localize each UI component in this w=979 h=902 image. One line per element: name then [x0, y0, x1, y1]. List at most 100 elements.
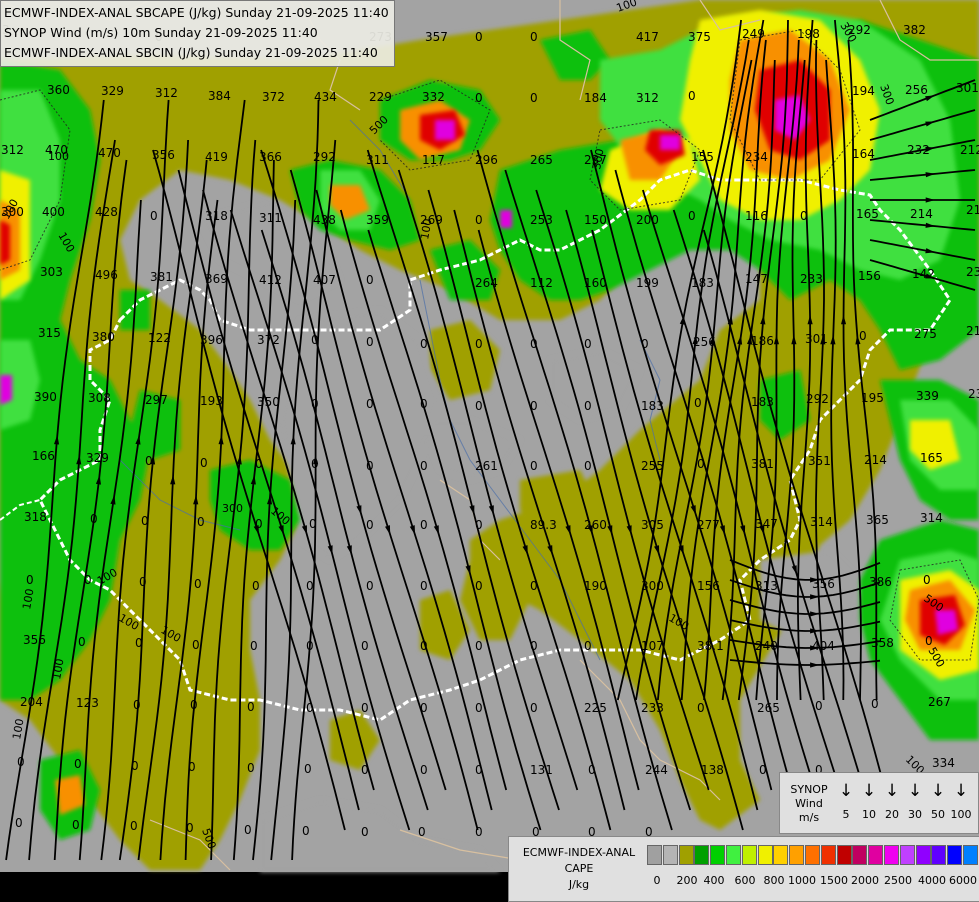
cin-value: 0	[530, 639, 538, 653]
cape-legend-swatch	[947, 845, 962, 865]
wind-barb-icon: ↓	[834, 781, 858, 801]
cin-value: 232	[907, 143, 930, 157]
cin-value: 382	[903, 23, 926, 37]
cin-value: 0	[255, 457, 263, 471]
synop-speed-label: 20	[880, 807, 904, 823]
contour-label: 100	[48, 150, 69, 163]
cin-value: 0	[475, 337, 483, 351]
cin-value: 0	[584, 459, 592, 473]
cin-value: 0	[420, 639, 428, 653]
cin-value: 165	[920, 451, 943, 465]
cin-value: 390	[34, 390, 57, 404]
cin-value: 265	[757, 701, 780, 715]
cin-value: 386	[869, 575, 892, 589]
synop-legend-item: ↓100	[949, 781, 973, 823]
cin-value: 0	[361, 639, 369, 653]
wind-barb-icon: ↓	[857, 781, 881, 801]
title-line-sbcape: ECMWF-INDEX-ANAL SBCAPE (J/kg) Sunday 21…	[4, 3, 389, 23]
cin-value: 356	[812, 577, 835, 591]
cape-color-legend: ECMWF-INDEX-ANAL CAPE J/kg 0200400600800…	[508, 836, 979, 902]
cin-value: 198	[797, 27, 820, 41]
cin-value: 0	[420, 518, 428, 532]
cin-value: 0	[694, 396, 702, 410]
cin-value: 225	[584, 701, 607, 715]
cin-value: 0	[588, 763, 596, 777]
cin-value: 0	[815, 699, 823, 713]
cin-value: 0	[311, 333, 319, 347]
synop-legend-title-line: m/s	[784, 811, 834, 825]
cape-legend-swatch	[837, 845, 852, 865]
cin-value: 312	[155, 86, 178, 100]
cin-value: 0	[530, 337, 538, 351]
cin-value: 194	[852, 84, 875, 98]
cape-legend-ticks: 0200400600800100015002000250040006000	[645, 873, 979, 889]
cin-value: 186	[751, 334, 774, 348]
cin-value: 142	[912, 267, 935, 281]
cape-legend-swatch	[789, 845, 804, 865]
cin-value: 0	[871, 697, 879, 711]
cin-value: 183	[641, 399, 664, 413]
cin-value: 0	[530, 579, 538, 593]
cin-value: 234	[745, 150, 768, 164]
cin-value: 0	[306, 579, 314, 593]
cin-value: 267	[928, 695, 951, 709]
cin-value: 0	[420, 763, 428, 777]
cin-value: 0	[247, 700, 255, 714]
cin-value: 311	[259, 211, 282, 225]
cin-value: 0	[309, 517, 317, 531]
cin-value: 347	[755, 517, 778, 531]
cin-value: 200	[636, 213, 659, 227]
cin-value: 237	[966, 265, 979, 279]
cin-value: 351	[808, 454, 831, 468]
cin-value: 0	[78, 635, 86, 649]
cin-value: 438	[313, 213, 336, 227]
cin-value: 0	[361, 701, 369, 715]
cin-value: 0	[130, 819, 138, 833]
cin-value: 312	[636, 91, 659, 105]
cin-value: 156	[858, 269, 881, 283]
cin-value: 312	[1, 143, 24, 157]
cin-value: 417	[636, 30, 659, 44]
cin-value: 0	[145, 454, 153, 468]
cin-value: 0	[139, 575, 147, 589]
cin-value: 314	[810, 515, 833, 529]
cin-value: 381	[751, 457, 774, 471]
cape-legend-swatch	[805, 845, 820, 865]
cin-value: 0	[141, 514, 149, 528]
cin-value: 297	[145, 393, 168, 407]
cin-value: 0	[306, 639, 314, 653]
cin-value: 0	[641, 337, 649, 351]
cin-value: 0	[361, 825, 369, 839]
cin-value: 229	[369, 90, 392, 104]
cin-value: 0	[530, 91, 538, 105]
cin-value: 0	[190, 698, 198, 712]
cin-value: 214	[864, 453, 887, 467]
cin-value: 0	[859, 329, 867, 343]
cin-value: 0	[584, 337, 592, 351]
cape-legend-swatch	[726, 845, 741, 865]
cape-legend-title-line: ECMWF-INDEX-ANAL	[513, 845, 645, 861]
cin-value: 375	[688, 30, 711, 44]
cin-value: 0	[17, 755, 25, 769]
cin-value: 308	[88, 391, 111, 405]
cin-value: 360	[47, 83, 70, 97]
cin-value: 0	[252, 579, 260, 593]
cin-value: 0	[530, 30, 538, 44]
cin-value: 356	[152, 148, 175, 162]
cin-value: 0	[133, 698, 141, 712]
cin-value: 0	[530, 459, 538, 473]
cin-value: 122	[148, 331, 171, 345]
cin-value: 0	[188, 760, 196, 774]
synop-legend-item: ↓30	[903, 781, 927, 823]
cin-value: 0	[475, 518, 483, 532]
cin-value: 0	[135, 636, 143, 650]
cin-value: 277	[697, 518, 720, 532]
cin-value: 318	[205, 209, 228, 223]
cin-value: 329	[101, 84, 124, 98]
cin-value: 305	[641, 518, 664, 532]
cin-value: 357	[425, 30, 448, 44]
cin-value: 359	[366, 213, 389, 227]
cin-value: 123	[76, 696, 99, 710]
cin-value: 300	[641, 579, 664, 593]
cin-value: 0	[420, 701, 428, 715]
